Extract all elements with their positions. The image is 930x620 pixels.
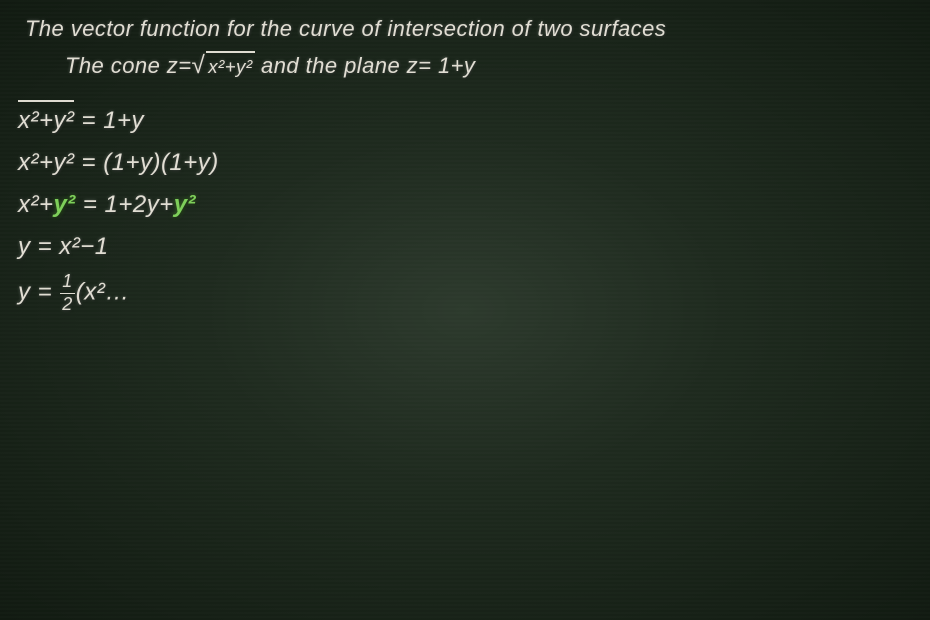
title-line2-plane-label: and the plane z= 1+y (255, 53, 476, 78)
crossed-y2-right: y² (174, 187, 196, 223)
continuation-dots: … (105, 278, 129, 305)
fraction-denominator: 2 (60, 294, 75, 316)
sqrt-expression: √x²+y² (192, 51, 255, 81)
equation-3: x²+y² = 1+2y+y² (18, 187, 920, 223)
title-line2: The cone z=√x²+y² and the plane z= 1+y (65, 49, 920, 82)
sqrt-content: x²+y² (206, 51, 254, 81)
math-equations-block: x²+y² = 1+y x²+y² = (1+y)(1+y) x²+y² = 1… (18, 100, 920, 315)
fraction-half: 12 (60, 271, 75, 315)
equation-4: y = x²−1 (18, 229, 920, 265)
equation-1: x²+y² = 1+y (18, 100, 920, 139)
blackboard: The vector function for the curve of int… (0, 0, 930, 620)
sqrt-symbol: √ (192, 54, 206, 78)
title-line1: The vector function for the curve of int… (25, 12, 920, 45)
equation-2: x²+y² = (1+y)(1+y) (18, 145, 920, 181)
overline-x2y2: x²+y² (18, 100, 74, 139)
equation-5: y = 12(x²… (18, 271, 920, 315)
crossed-y2-left: y² (53, 187, 75, 223)
fraction-numerator: 1 (60, 271, 75, 294)
title-line2-cone-label: The cone z= (65, 53, 192, 78)
